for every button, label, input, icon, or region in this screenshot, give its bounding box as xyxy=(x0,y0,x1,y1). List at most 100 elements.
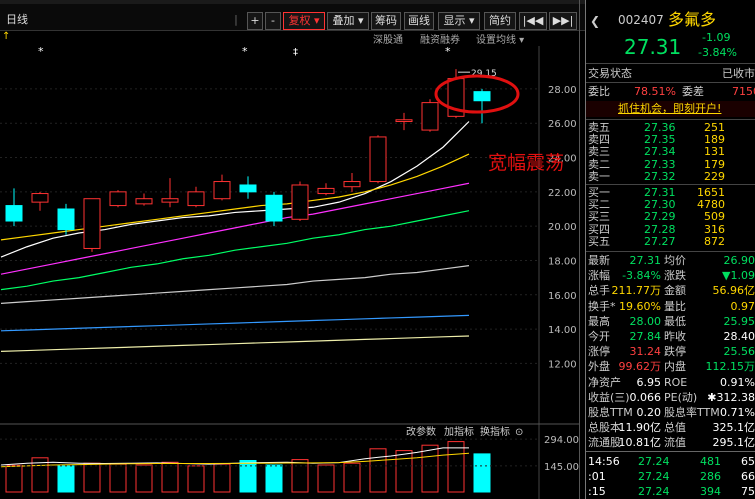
chips-button[interactable]: 筹码 xyxy=(371,12,401,30)
stat-value: 295.1亿 xyxy=(712,436,755,450)
volume-bar xyxy=(213,463,231,493)
candle-body xyxy=(239,184,257,193)
volume-bar xyxy=(5,464,23,493)
bid-level-label: 买一 xyxy=(588,186,610,199)
bid-level-label: 买四 xyxy=(588,222,610,236)
fuquan-dropdown[interactable]: 复权 ▾ xyxy=(283,12,325,30)
ask-level-label: 卖四 xyxy=(588,133,610,147)
tick-time: :01 xyxy=(588,470,606,483)
divider xyxy=(586,451,755,452)
ask-volume: 131 xyxy=(704,145,725,159)
candle xyxy=(291,181,309,222)
bid-level-label: 买三 xyxy=(588,210,610,224)
stat-label: 总股本 xyxy=(588,421,621,435)
moving-average-line xyxy=(0,265,470,304)
stat-value: 0.20 xyxy=(636,406,662,419)
candle xyxy=(239,176,257,199)
prev-page-button[interactable]: |◀◀ xyxy=(519,12,547,30)
ma-settings-dropdown[interactable]: 设置均线 ▾ xyxy=(476,31,524,46)
price-tick-label: 22.00 xyxy=(548,188,577,199)
tick-time: 14:56 xyxy=(588,455,620,468)
candle xyxy=(369,135,387,184)
stat-label: 股息率TTM xyxy=(664,406,720,419)
ask-price: 27.35 xyxy=(644,133,676,147)
stat-label: 金额 xyxy=(664,284,686,298)
candle xyxy=(5,188,23,227)
candle-body xyxy=(395,119,413,122)
volume-header-item: 加指标 xyxy=(444,425,474,438)
ask-price: 27.36 xyxy=(644,121,676,134)
stat-label: 跌停 xyxy=(664,345,686,359)
volume-bar xyxy=(421,444,439,493)
candle-body xyxy=(5,205,23,222)
next-page-button[interactable]: ▶▶| xyxy=(549,12,577,30)
period-daily-button[interactable]: 日线 xyxy=(2,12,32,28)
bid-price: 27.30 xyxy=(644,198,676,212)
overlay-dropdown[interactable]: 叠加 ▾ xyxy=(327,12,369,30)
stat-label: 总值 xyxy=(664,421,686,435)
hk-connect-link[interactable]: 深股通 xyxy=(373,31,403,46)
candle xyxy=(187,186,205,208)
kline-chart[interactable]: 28.0026.0024.0022.0020.0018.0016.0014.00… xyxy=(0,46,580,499)
volume-bar xyxy=(395,450,413,493)
bid-level-label: 买二 xyxy=(588,198,610,212)
price-change-pct: -3.84% xyxy=(698,46,737,59)
volume-bar xyxy=(239,460,257,493)
ask-price: 27.33 xyxy=(644,157,676,171)
promo-banner[interactable]: 抓住机会，即刻开户! xyxy=(586,101,755,117)
tick-volume: 394 xyxy=(700,485,721,498)
candle xyxy=(317,183,335,196)
stat-value: 325.1亿 xyxy=(712,421,755,435)
stat-label: 收益(三) xyxy=(588,390,630,404)
divider xyxy=(586,119,755,120)
stat-label: 涨停 xyxy=(588,345,610,359)
margin-trading-link[interactable]: 融资融券 xyxy=(420,31,460,46)
bid-volume: 509 xyxy=(704,210,725,224)
stat-value: ✱312.38 xyxy=(707,390,755,404)
volume-bar xyxy=(161,461,179,493)
tick-volume: 481 xyxy=(700,455,721,468)
volume-header-item: 换指标 xyxy=(480,425,510,438)
quote-panel: ❮ 002407 多氟多 27.31 -1.09 -3.84% 交易状态 已收市… xyxy=(586,0,755,499)
candle-body xyxy=(187,191,205,207)
stat-label: 量比 xyxy=(664,299,686,313)
stat-label: 外盘 xyxy=(588,360,610,374)
price-tick-label: 18.00 xyxy=(548,256,577,267)
candle xyxy=(135,193,153,206)
simple-mode-button[interactable]: 简约 xyxy=(484,12,516,30)
zoom-in-button[interactable]: + xyxy=(247,12,263,30)
weibi-label: 委比 xyxy=(588,85,610,98)
promo-link[interactable]: 抓住机会，即刻开户! xyxy=(618,103,721,115)
volume-tick-label: 294.00 xyxy=(544,435,579,446)
stat-value: 6.95 xyxy=(636,375,662,389)
volume-bar xyxy=(265,464,283,493)
candle-body xyxy=(291,184,309,220)
divider xyxy=(586,63,755,64)
display-dropdown[interactable]: 显示 ▾ xyxy=(438,12,480,30)
stat-value: -3.84% xyxy=(622,269,661,283)
volume-bar xyxy=(83,462,101,493)
stat-label: 总手 xyxy=(588,284,610,298)
expand-arrow-icon[interactable]: ↑ xyxy=(2,31,10,42)
stock-name: 多氟多 xyxy=(668,10,717,29)
divider xyxy=(586,251,755,252)
candle-body xyxy=(369,136,387,183)
stat-value: 0.71% xyxy=(720,406,755,419)
back-arrow-icon[interactable]: ❮ xyxy=(590,15,600,27)
stat-value: 99.62万 xyxy=(618,360,662,374)
stat-label: 最新 xyxy=(588,254,610,267)
candle xyxy=(109,190,127,208)
stat-label: 流通股 xyxy=(588,436,621,450)
zoom-out-button[interactable]: - xyxy=(265,12,281,30)
bid-volume: 1651 xyxy=(697,186,725,199)
ask-level-label: 卖二 xyxy=(588,157,610,171)
volume-bar xyxy=(291,459,309,493)
stat-value: 0.91% xyxy=(720,375,755,389)
ask-volume: 229 xyxy=(704,169,725,183)
tick-count: 66 xyxy=(741,470,755,483)
trade-status-label: 交易状态 xyxy=(588,67,632,80)
stat-value: 25.56 xyxy=(723,345,755,359)
draw-line-button[interactable]: 画线 xyxy=(404,12,434,30)
weicha-value: 7150 xyxy=(732,85,755,98)
candle-body xyxy=(83,198,101,249)
